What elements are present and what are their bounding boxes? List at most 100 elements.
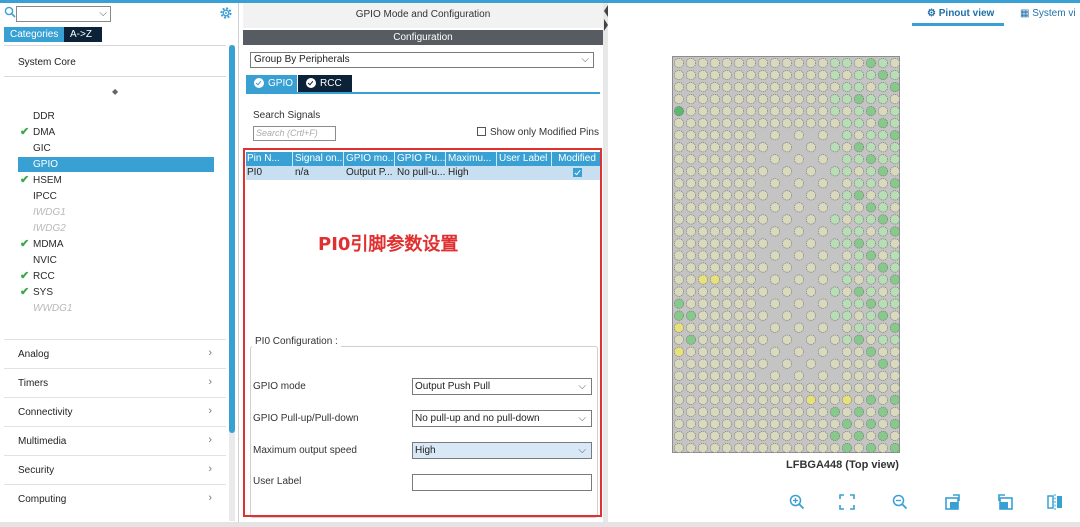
pin-ball[interactable] — [733, 82, 744, 93]
pin-ball[interactable] — [697, 154, 708, 165]
pin-ball[interactable] — [697, 394, 708, 405]
pin-ball[interactable] — [674, 406, 684, 417]
pin-ball[interactable] — [709, 226, 720, 237]
pin-ball[interactable] — [686, 238, 696, 249]
category-group[interactable]: Multimedia › — [4, 426, 226, 455]
pin-ball[interactable] — [782, 118, 793, 129]
pin-ball[interactable] — [830, 166, 841, 177]
pin-ball[interactable] — [830, 118, 841, 129]
pin-ball[interactable] — [746, 406, 757, 417]
pin-ball[interactable] — [818, 298, 829, 309]
category-group[interactable]: Connectivity › — [4, 397, 226, 426]
pin-ball[interactable] — [890, 310, 901, 321]
pin-ball[interactable] — [854, 358, 865, 369]
pin-ball[interactable] — [842, 106, 853, 117]
pin-ball[interactable] — [697, 70, 708, 81]
pin-ball[interactable] — [818, 202, 829, 213]
pin-ball[interactable] — [686, 274, 696, 285]
pin-ball[interactable] — [854, 322, 865, 333]
pin-ball[interactable] — [770, 58, 781, 69]
pin-ball[interactable] — [890, 70, 901, 81]
pin-ball[interactable] — [697, 226, 708, 237]
category-group[interactable]: Computing › — [4, 484, 226, 513]
pin-ball[interactable] — [818, 178, 829, 189]
zoom-in-icon[interactable] — [788, 493, 806, 511]
pin-ball[interactable] — [806, 58, 817, 69]
pin-ball[interactable] — [890, 202, 901, 213]
pin-ball[interactable] — [842, 118, 853, 129]
tab-rcc[interactable]: RCC — [298, 75, 352, 92]
pin-ball[interactable] — [854, 430, 865, 441]
pin-ball[interactable] — [890, 418, 901, 429]
pin-ball[interactable] — [794, 106, 805, 117]
pin-ball[interactable] — [842, 274, 853, 285]
pin-ball[interactable] — [830, 418, 841, 429]
pin-ball[interactable] — [794, 370, 805, 381]
pin-ball[interactable] — [697, 334, 708, 345]
pin-ball[interactable] — [842, 346, 853, 357]
pin-ball[interactable] — [674, 226, 684, 237]
search-signals-input[interactable]: Search (Crtl+F) — [253, 126, 336, 141]
pin-ball[interactable] — [721, 166, 732, 177]
pin-ball[interactable] — [674, 442, 684, 453]
pin-ball[interactable] — [733, 118, 744, 129]
pin-ball[interactable] — [746, 226, 757, 237]
pin-ball[interactable] — [770, 70, 781, 81]
pin-ball[interactable] — [770, 442, 781, 453]
pin-ball[interactable] — [890, 226, 901, 237]
pin-ball[interactable] — [770, 274, 781, 285]
pin-ball[interactable] — [758, 262, 769, 273]
pin-ball[interactable] — [709, 154, 720, 165]
pin-ball[interactable] — [697, 310, 708, 321]
pin-ball[interactable] — [782, 442, 793, 453]
pin-ball[interactable] — [842, 178, 853, 189]
pin-ball[interactable] — [818, 406, 829, 417]
pin-ball[interactable] — [794, 382, 805, 393]
pin-ball[interactable] — [806, 358, 817, 369]
pin-ball[interactable] — [794, 442, 805, 453]
pin-ball[interactable] — [842, 166, 853, 177]
pin-ball[interactable] — [721, 130, 732, 141]
pin-ball[interactable] — [770, 154, 781, 165]
pin-ball[interactable] — [674, 262, 684, 273]
pin-ball[interactable] — [721, 394, 732, 405]
pin-ball[interactable] — [806, 118, 817, 129]
pin-ball[interactable] — [758, 82, 769, 93]
pin-ball[interactable] — [782, 58, 793, 69]
pin-ball[interactable] — [782, 238, 793, 249]
pin-ball[interactable] — [686, 118, 696, 129]
pin-ball[interactable] — [854, 106, 865, 117]
pin-ball[interactable] — [733, 382, 744, 393]
pin-ball[interactable] — [721, 346, 732, 357]
scrollbar[interactable] — [229, 45, 235, 521]
pin-ball[interactable] — [758, 70, 769, 81]
pin-ball[interactable] — [746, 442, 757, 453]
peripheral-item[interactable]: IWDG2 — [18, 221, 214, 236]
pin-ball[interactable] — [770, 94, 781, 105]
rotate-right-icon[interactable] — [944, 493, 962, 511]
pin-ball[interactable] — [830, 82, 841, 93]
pin-ball[interactable] — [770, 250, 781, 261]
pin-ball[interactable] — [854, 142, 865, 153]
pin-ball[interactable] — [746, 298, 757, 309]
pin-ball[interactable] — [709, 358, 720, 369]
pin-ball[interactable] — [770, 406, 781, 417]
pin-ball[interactable] — [818, 118, 829, 129]
pin-ball[interactable] — [890, 334, 901, 345]
peripheral-item[interactable]: ✔ RCC — [18, 269, 214, 284]
pin-ball[interactable] — [721, 190, 732, 201]
pin-ball[interactable] — [674, 274, 684, 285]
pin-ball[interactable] — [709, 418, 720, 429]
pin-ball[interactable] — [709, 94, 720, 105]
pin-ball[interactable] — [733, 154, 744, 165]
flip-view-icon[interactable] — [1046, 493, 1064, 511]
pin-ball[interactable] — [770, 82, 781, 93]
pin-ball[interactable] — [697, 178, 708, 189]
pin-ball[interactable] — [830, 106, 841, 117]
pin-ball[interactable] — [878, 418, 889, 429]
pin-ball[interactable] — [686, 310, 696, 321]
pin-ball[interactable] — [674, 310, 684, 321]
pin-ball[interactable] — [686, 106, 696, 117]
pin-ball[interactable] — [686, 130, 696, 141]
pin-ball[interactable] — [818, 94, 829, 105]
